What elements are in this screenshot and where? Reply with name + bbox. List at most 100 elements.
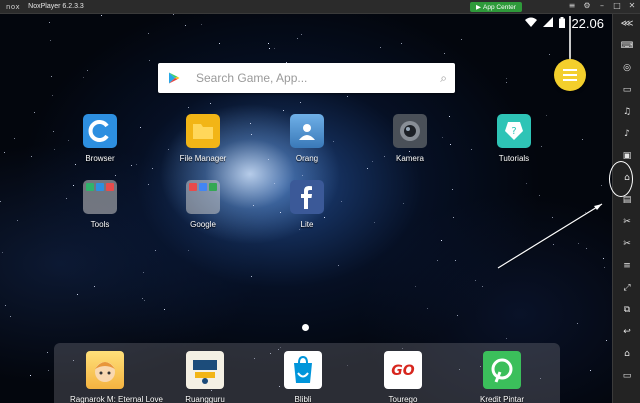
star	[449, 116, 450, 117]
star	[14, 138, 15, 139]
minimize-icon[interactable]: –	[598, 2, 606, 10]
star	[17, 220, 18, 221]
app-kredit-pintar[interactable]: Kredit Pintar	[467, 351, 537, 403]
app-label: Orang	[295, 154, 319, 163]
blibli-icon	[284, 351, 322, 389]
close-icon[interactable]: ✕	[628, 2, 636, 10]
star	[403, 203, 404, 204]
star	[482, 286, 483, 287]
settings-icon[interactable]: ⚙	[583, 2, 591, 10]
star	[506, 82, 507, 83]
star	[526, 183, 527, 184]
signal-icon	[543, 17, 554, 30]
ragnarok-icon	[86, 351, 124, 389]
quick-menu-button[interactable]	[554, 59, 586, 91]
star	[283, 110, 284, 111]
star	[367, 168, 368, 169]
volume-up-icon[interactable]: ♫	[613, 104, 640, 120]
app-kamera[interactable]: Kamera	[375, 114, 445, 163]
app-label: Browser	[85, 154, 115, 163]
app-label: Google	[190, 220, 216, 229]
recent-apps-icon[interactable]: ▭	[613, 368, 640, 384]
app-tutorials[interactable]: ? Tutorials	[479, 114, 549, 163]
android-home-screen: 22.06 Search Game, App... ⌕ Browser File…	[0, 14, 612, 403]
star	[380, 47, 381, 48]
camera-icon	[393, 114, 427, 148]
star	[601, 185, 602, 186]
star	[30, 375, 31, 376]
search-icon[interactable]: ⌕	[440, 71, 447, 86]
star	[155, 250, 156, 251]
star	[268, 43, 269, 44]
star	[210, 103, 211, 104]
volume-down-icon[interactable]: ♪	[613, 126, 640, 142]
record-icon[interactable]: ✂	[613, 236, 640, 252]
star	[75, 164, 76, 165]
app-label: Tourego	[388, 395, 418, 403]
facebook-icon	[290, 180, 324, 214]
menu-icon[interactable]: ≡	[568, 2, 576, 10]
resize-icon[interactable]: ⤢	[613, 280, 640, 296]
folder-icon	[186, 114, 220, 148]
mini-app-icon	[106, 183, 114, 191]
app-orang[interactable]: Orang	[272, 114, 342, 163]
star	[250, 123, 251, 124]
search-input[interactable]: Search Game, App...	[196, 71, 440, 85]
star	[2, 252, 3, 253]
star	[0, 201, 1, 202]
contacts-icon	[290, 114, 324, 148]
star	[452, 189, 453, 190]
annotation-arrow	[497, 203, 604, 270]
star	[201, 24, 202, 25]
app-google[interactable]: Google	[168, 180, 238, 229]
app-blibli[interactable]: Blibli	[268, 351, 338, 403]
location-icon[interactable]: ◎	[613, 60, 640, 76]
title-bar: nox NoxPlayer 6.2.3.3 ▶ App Center ≡ ⚙ –…	[0, 0, 640, 14]
app-file-manager[interactable]: File Manager	[168, 114, 238, 163]
scissors-icon[interactable]: ✂	[613, 214, 640, 230]
star	[297, 38, 298, 39]
app-browser[interactable]: Browser	[65, 114, 135, 163]
maximize-icon[interactable]: □	[613, 2, 621, 10]
star	[131, 165, 132, 166]
list-icon	[563, 69, 577, 71]
star	[50, 40, 51, 41]
toolbar-toggle-icon[interactable]: ⋘	[613, 16, 640, 32]
back-icon[interactable]: ↩	[613, 324, 640, 340]
star	[301, 34, 302, 35]
keyboard-icon[interactable]: ⌨	[613, 38, 640, 54]
star	[188, 107, 189, 108]
star	[83, 77, 84, 78]
list-icon-line	[563, 79, 577, 81]
multi-instance-icon[interactable]: ⧉	[613, 302, 640, 318]
screen-icon[interactable]: ▭	[613, 82, 640, 98]
app-tourego[interactable]: GO Tourego	[368, 351, 438, 403]
search-bar[interactable]: Search Game, App... ⌕	[158, 63, 455, 93]
star	[51, 76, 52, 77]
star	[475, 280, 476, 281]
app-lite[interactable]: Lite	[272, 180, 342, 229]
star	[185, 25, 186, 26]
mini-app-icon	[189, 183, 197, 191]
star	[268, 159, 269, 160]
app-center-label: App Center	[483, 3, 516, 11]
nox-sidebar: ⋘ ⌨ ◎ ▭ ♫ ♪ ▣ ⌂ ▤ ✂ ✂ ≡ ⤢ ⧉ ↩ ⌂ ▭	[612, 14, 640, 403]
star	[47, 352, 48, 353]
app-ruangguru[interactable]: Ruangguru	[170, 351, 240, 403]
home-icon[interactable]: ⌂	[613, 346, 640, 362]
star	[347, 96, 348, 97]
menu-icon[interactable]: ≡	[613, 258, 640, 274]
highlight-circle	[609, 161, 633, 197]
star	[140, 127, 141, 128]
tutorials-icon: ?	[497, 114, 531, 148]
star	[54, 149, 55, 150]
app-ragnarok[interactable]: Ragnarok M: Eternal Love	[70, 351, 163, 403]
ruangguru-icon	[186, 351, 224, 389]
mini-app-icon	[86, 183, 94, 191]
star	[441, 240, 442, 241]
app-tools[interactable]: Tools	[65, 180, 135, 229]
app-center-button[interactable]: ▶ App Center	[470, 2, 522, 12]
star	[506, 338, 507, 339]
star	[450, 144, 451, 145]
star	[142, 298, 143, 299]
